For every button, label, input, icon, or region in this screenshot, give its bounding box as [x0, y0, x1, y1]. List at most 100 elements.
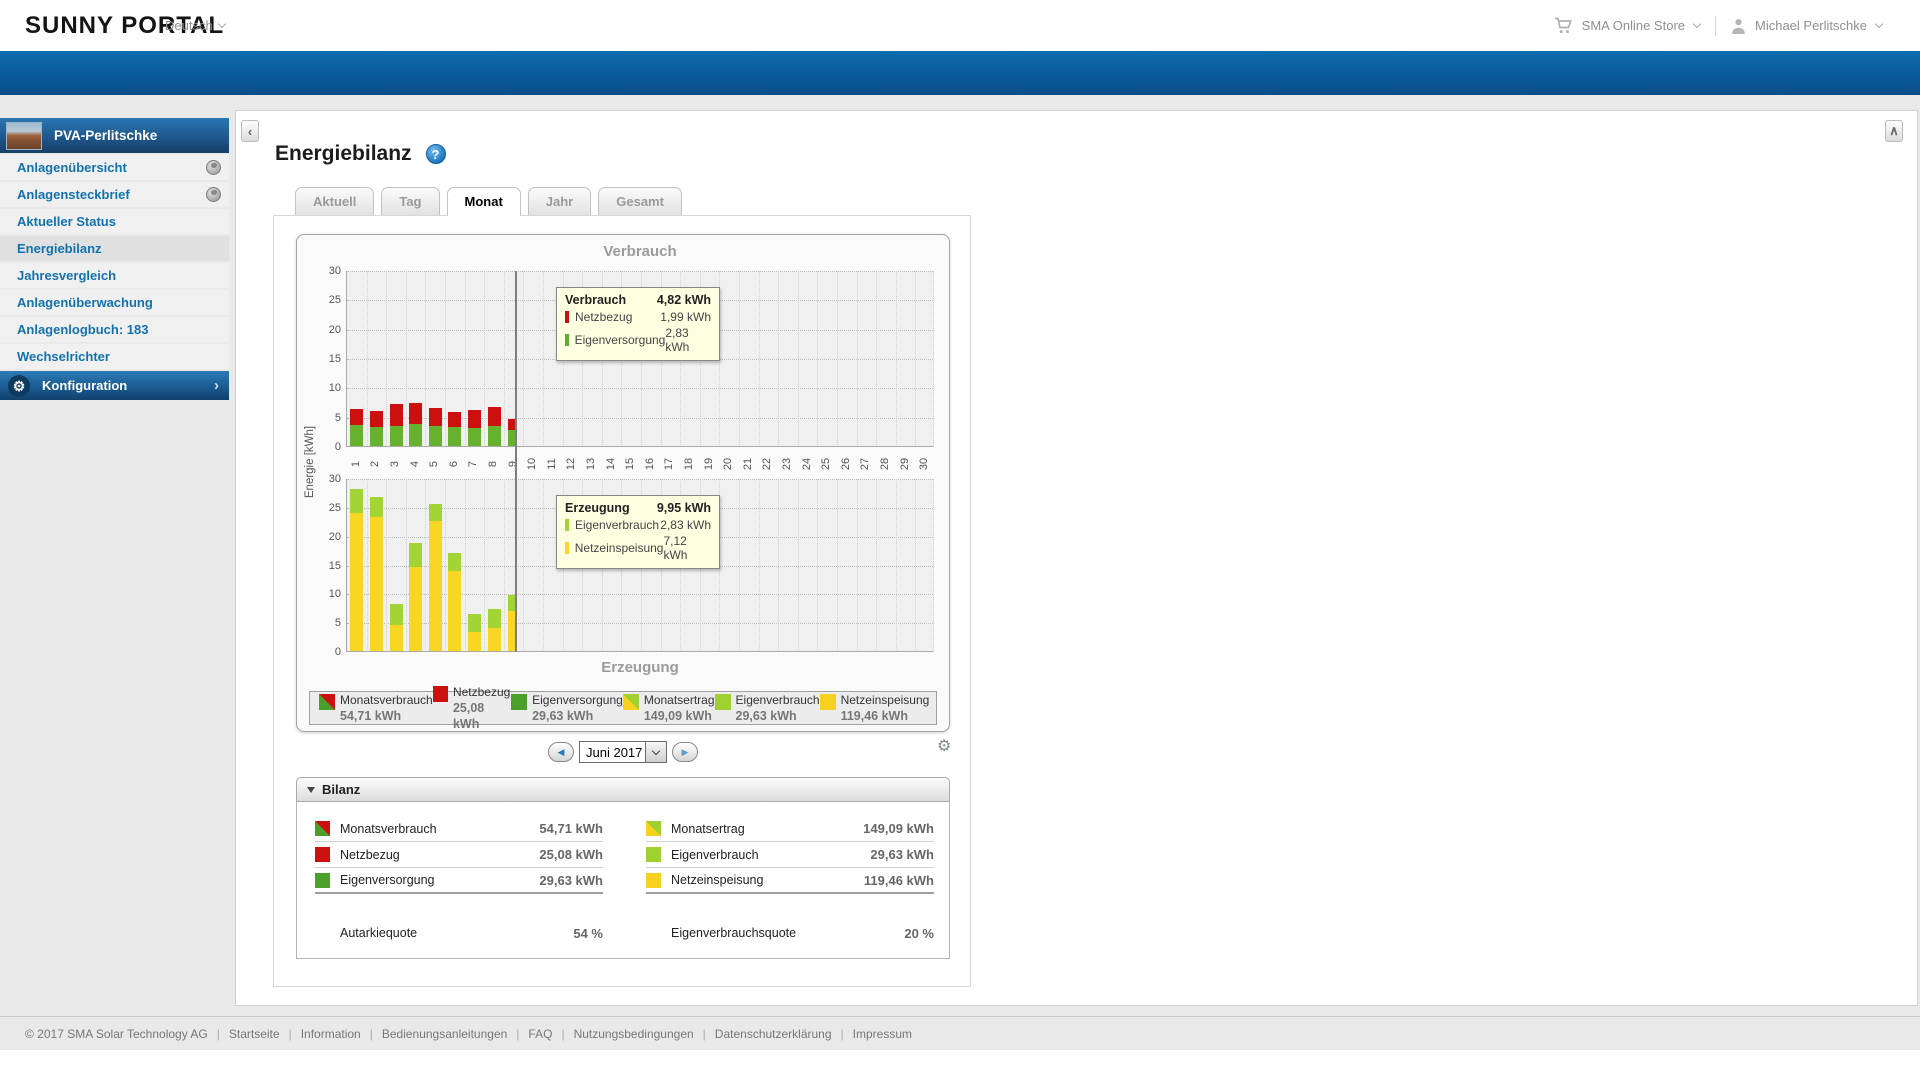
x-tick-label: 4 [408, 460, 421, 468]
month-select[interactable]: Juni 2017 [579, 741, 667, 763]
bilanz-title: Bilanz [322, 782, 361, 797]
y-tick-label: 5 [334, 617, 341, 630]
tab-gesamt[interactable]: Gesamt [598, 187, 682, 215]
sidebar-item-konfiguration[interactable]: ⚙ Konfiguration › [0, 371, 229, 400]
gridline [739, 479, 740, 652]
plant-selector-header[interactable]: PVA-Perlitschke [0, 118, 229, 153]
sidebar-item-label: Anlagenlogbuch: 183 [17, 322, 149, 337]
footer-links: | Startseite | Information | Bedienungsanleit… [208, 1027, 912, 1041]
legend-label: Eigenverbrauch [735, 692, 820, 707]
legend-label: Netzeinspeisung [840, 692, 930, 707]
gridline [464, 479, 466, 652]
sidebar-item-aktueller-status[interactable]: Aktueller Status [0, 209, 229, 234]
tab-monat[interactable]: Monat [446, 187, 521, 216]
quote-value: 20 % [904, 925, 934, 941]
footer-link-datenschutzerkl-rung[interactable]: Datenschutzerklärung [715, 1027, 832, 1041]
sidebar-item-anlagen-bersicht[interactable]: Anlagenübersicht [0, 155, 229, 180]
legend-item-eigenverbrauch: Eigenverbrauch 29,63 kWh [714, 692, 820, 724]
bar-eigenversorgung-day-3 [389, 425, 403, 447]
legend-label: Netzbezug [452, 684, 511, 699]
bar-netzbezug-day-7 [467, 410, 481, 428]
date-navigation: ◀ Juni 2017 ▶ [274, 740, 972, 764]
tab-aktuell[interactable]: Aktuell [295, 187, 375, 215]
store-menu[interactable]: SMA Online Store [1582, 18, 1685, 33]
footer-link-nutzungsbedingungen[interactable]: Nutzungsbedingungen [574, 1027, 694, 1041]
tooltip-row-value: 1,99 kWh [660, 310, 711, 324]
bilanz-row-label: Netzbezug [340, 847, 400, 862]
tooltip-row-value: 7,12 kWh [663, 534, 688, 562]
eigenversorgung-swatch-icon [511, 693, 528, 710]
bar-netzbezug-day-1 [350, 409, 364, 425]
sidebar-item-label: Anlagenübersicht [17, 160, 127, 175]
prev-month-button[interactable]: ◀ [548, 742, 574, 762]
bar-netzbezug-day-2 [369, 411, 383, 428]
legend-label: Monatsverbrauch [340, 692, 433, 707]
bar-netzeinspeisung-day-6 [448, 571, 462, 652]
sidebar-item-label: Energiebilanz [17, 241, 102, 256]
language-selector[interactable]: Deutsch [165, 18, 226, 33]
y-tick-label: 0 [334, 441, 341, 453]
collapse-sidebar-button[interactable]: ‹ [241, 120, 259, 142]
chevron-down-icon [217, 19, 226, 29]
series-color-tick [565, 334, 569, 346]
sidebar-item-anlagenlogbuch-183[interactable]: Anlagenlogbuch: 183 [0, 317, 229, 342]
footer-separator: | [369, 1026, 373, 1041]
page-title: Energiebilanz [275, 142, 412, 165]
bilanz-right-quote: Eigenverbrauchsquote 20 % [646, 909, 934, 947]
top-bar-right: SMA Online Store Michael Perlitschke [1554, 0, 1884, 51]
tooltip-row-label: Netzeinspeisung [574, 541, 664, 555]
chart-settings-gear-icon[interactable]: ⚙ [937, 736, 951, 756]
chevron-right-icon: › [214, 377, 219, 394]
user-menu[interactable]: Michael Perlitschke [1755, 18, 1867, 33]
divider [1715, 15, 1716, 36]
bilanz-row-label: Eigenversorgung [340, 873, 435, 887]
bar-netzbezug-day-6 [448, 411, 462, 428]
help-icon[interactable]: ? [425, 144, 446, 164]
gridline [758, 271, 760, 447]
sidebar-item-jahresvergleich[interactable]: Jahresvergleich [0, 263, 229, 288]
footer-link-impressum[interactable]: Impressum [853, 1027, 912, 1041]
bilanz-right-column: Monatsertrag 149,09 kWh Eigenverbrauch 29,6… [646, 816, 934, 894]
tab-tag[interactable]: Tag [381, 187, 440, 215]
legend-item-text: Netzbezug 25,08 kWh [453, 685, 511, 732]
gridline [797, 479, 799, 652]
sidebar-item-wechselrichter[interactable]: Wechselrichter [0, 344, 229, 369]
x-axis-labels: 1 2 3 4 5 6 7 8 9 10 11 12 13 14 15 16 17 18 19 20 21 22 23 24 2… [346, 454, 934, 475]
footer-link-startseite[interactable]: Startseite [229, 1027, 280, 1041]
y-tick-label: 20 [328, 323, 341, 336]
chart-legend: Monatsverbrauch 54,71 kWh Netzbezug 25,08 k… [309, 685, 937, 731]
footer-link-bedienungsanleitungen[interactable]: Bedienungsanleitungen [382, 1027, 507, 1041]
bilanz-header[interactable]: Bilanz [296, 777, 950, 802]
collapse-panel-button[interactable]: ∧ [1885, 120, 1903, 142]
tab-jahr[interactable]: Jahr [527, 187, 592, 215]
x-tick-label: 17 [663, 457, 676, 471]
next-month-button[interactable]: ▶ [672, 742, 698, 762]
legend-value: 29,63 kWh [532, 708, 594, 723]
sidebar-item-label: Wechselrichter [17, 349, 110, 364]
quote-label: Autarkiequote [340, 926, 418, 940]
gridline [347, 479, 933, 480]
gridline [386, 271, 388, 447]
footer-link-information[interactable]: Information [301, 1027, 361, 1041]
footer-separator: | [288, 1026, 292, 1041]
bar-eigenverbrauch-day-1 [350, 489, 364, 514]
bilanz-row-netzeinspeisung: Netzeinspeisung 119,46 kWh [646, 868, 934, 894]
gridline [405, 479, 407, 652]
tooltip-title-row: Erzeugung 9,95 kWh [565, 501, 711, 515]
gridline [797, 271, 799, 447]
bar-eigenversorgung-day-2 [369, 427, 383, 447]
chart-tooltip-verbrauch: Verbrauch 4,82 kWh Netzbezug 1,99 kWh Eigenv… [556, 287, 720, 361]
legend-item-text: Eigenversorgung 29,63 kWh [532, 693, 623, 724]
gridline [425, 479, 427, 652]
bilanz-row-value: 54,71 kWh [539, 821, 603, 836]
y-tick-label: 10 [328, 588, 341, 601]
y-tick-label: 5 [334, 411, 341, 424]
bar-netzbezug-day-4 [409, 403, 423, 424]
footer-link-faq[interactable]: FAQ [528, 1027, 552, 1041]
sidebar-item-energiebilanz[interactable]: Energiebilanz [0, 236, 229, 261]
gridline [817, 479, 819, 652]
sidebar-item-anlagensteckbrief[interactable]: Anlagensteckbrief [0, 182, 229, 207]
sidebar-item-anlagen-berwachung[interactable]: Anlagenüberwachung [0, 290, 229, 315]
x-tick-label: 11 [545, 458, 558, 470]
gridline [366, 271, 368, 447]
